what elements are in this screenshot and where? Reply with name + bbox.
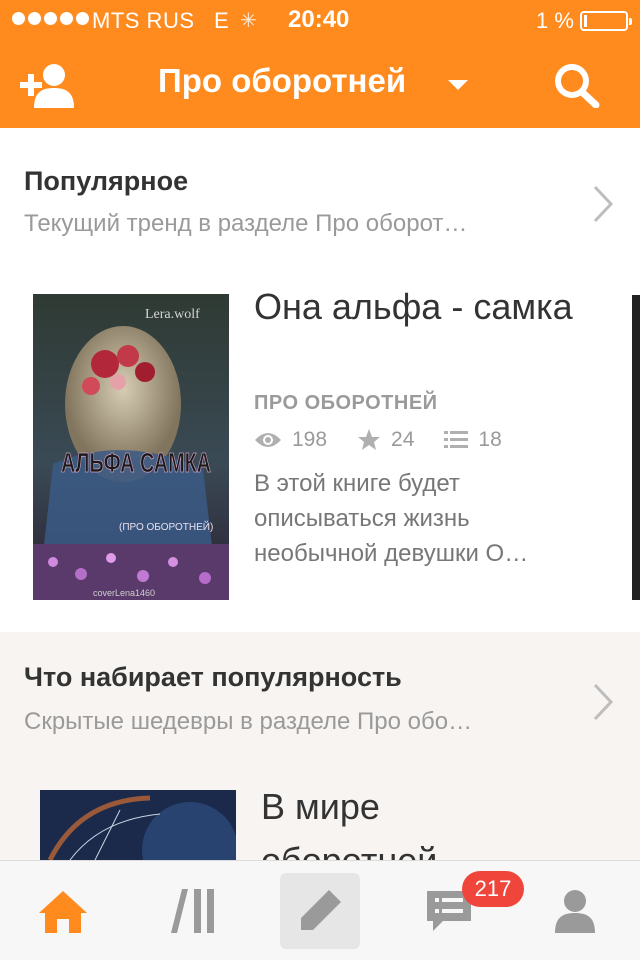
votes-count: 24 (391, 428, 415, 451)
cover-subtitle: (ПРО ОБОРОТНЕЙ) (119, 520, 213, 533)
eye-icon (255, 433, 281, 447)
profile-icon (555, 890, 595, 933)
parts-stat: 18 (444, 428, 502, 452)
add-user-icon[interactable] (20, 62, 74, 108)
tab-library[interactable] (148, 861, 238, 960)
book-cover[interactable]: Lera.wolf АЛЬФА САМКА (ПРО ОБОРОТНЕЙ) co… (33, 294, 229, 600)
cover-title: АЛЬФА САМКА (61, 447, 211, 478)
cover-credit: coverLena1460 (93, 588, 155, 598)
tab-home[interactable] (18, 861, 108, 960)
tab-write[interactable] (280, 873, 360, 949)
section-trending: Что набирает популярность Скрытые шедевр… (0, 632, 640, 881)
section-subtitle: Текущий тренд в разделе Про оборот… (24, 210, 468, 237)
write-icon (301, 890, 341, 930)
category-title[interactable]: Про оборотней (158, 62, 406, 100)
book-description: В этой книге будет описываться жизнь нео… (254, 470, 529, 567)
status-time: 20:40 (288, 6, 350, 33)
top-bar: MTS RUS E ✳ 20:40 1 % Про оборотней (0, 0, 640, 128)
battery-icon (580, 11, 632, 31)
book-title[interactable]: Она альфа - самка (254, 280, 594, 334)
carousel-edge (632, 295, 640, 600)
messages-badge: 217 (462, 871, 524, 907)
book-cover[interactable] (40, 790, 236, 860)
network-type: E (214, 8, 229, 33)
section-title[interactable]: Что набирает популярность (24, 662, 402, 693)
signal-icon (12, 12, 89, 25)
chevron-right-icon[interactable] (592, 682, 614, 722)
section-title: Популярное (24, 166, 189, 196)
views-stat: 198 (254, 428, 327, 452)
book-category: ПРО ОБОРОТНЕЙ (254, 392, 438, 414)
book-stats: 198 24 18 (254, 428, 532, 452)
list-icon (444, 431, 469, 448)
section-popular-header[interactable]: Популярное Текущий тренд в разделе Про о… (0, 150, 640, 250)
carrier-label: MTS RUS (92, 8, 195, 33)
caret-down-icon[interactable] (448, 80, 468, 90)
cover-author: Lera.wolf (145, 307, 200, 322)
parts-count: 18 (478, 428, 502, 451)
chevron-right-icon[interactable] (592, 184, 614, 224)
library-icon (171, 889, 214, 933)
votes-stat: 24 (357, 428, 414, 452)
activity-spinner-icon: ✳ (240, 10, 257, 32)
star-icon (358, 429, 381, 450)
status-bar: MTS RUS E ✳ 20:40 1 % (0, 0, 640, 40)
search-icon[interactable] (552, 62, 600, 108)
views-count: 198 (292, 428, 328, 451)
section-subtitle: Скрытые шедевры в разделе Про обо… (24, 708, 473, 735)
tab-profile[interactable] (530, 861, 620, 960)
bottom-tab-bar: 217 (0, 860, 640, 960)
battery-percent: 1 % (536, 8, 574, 33)
home-icon (39, 891, 87, 933)
